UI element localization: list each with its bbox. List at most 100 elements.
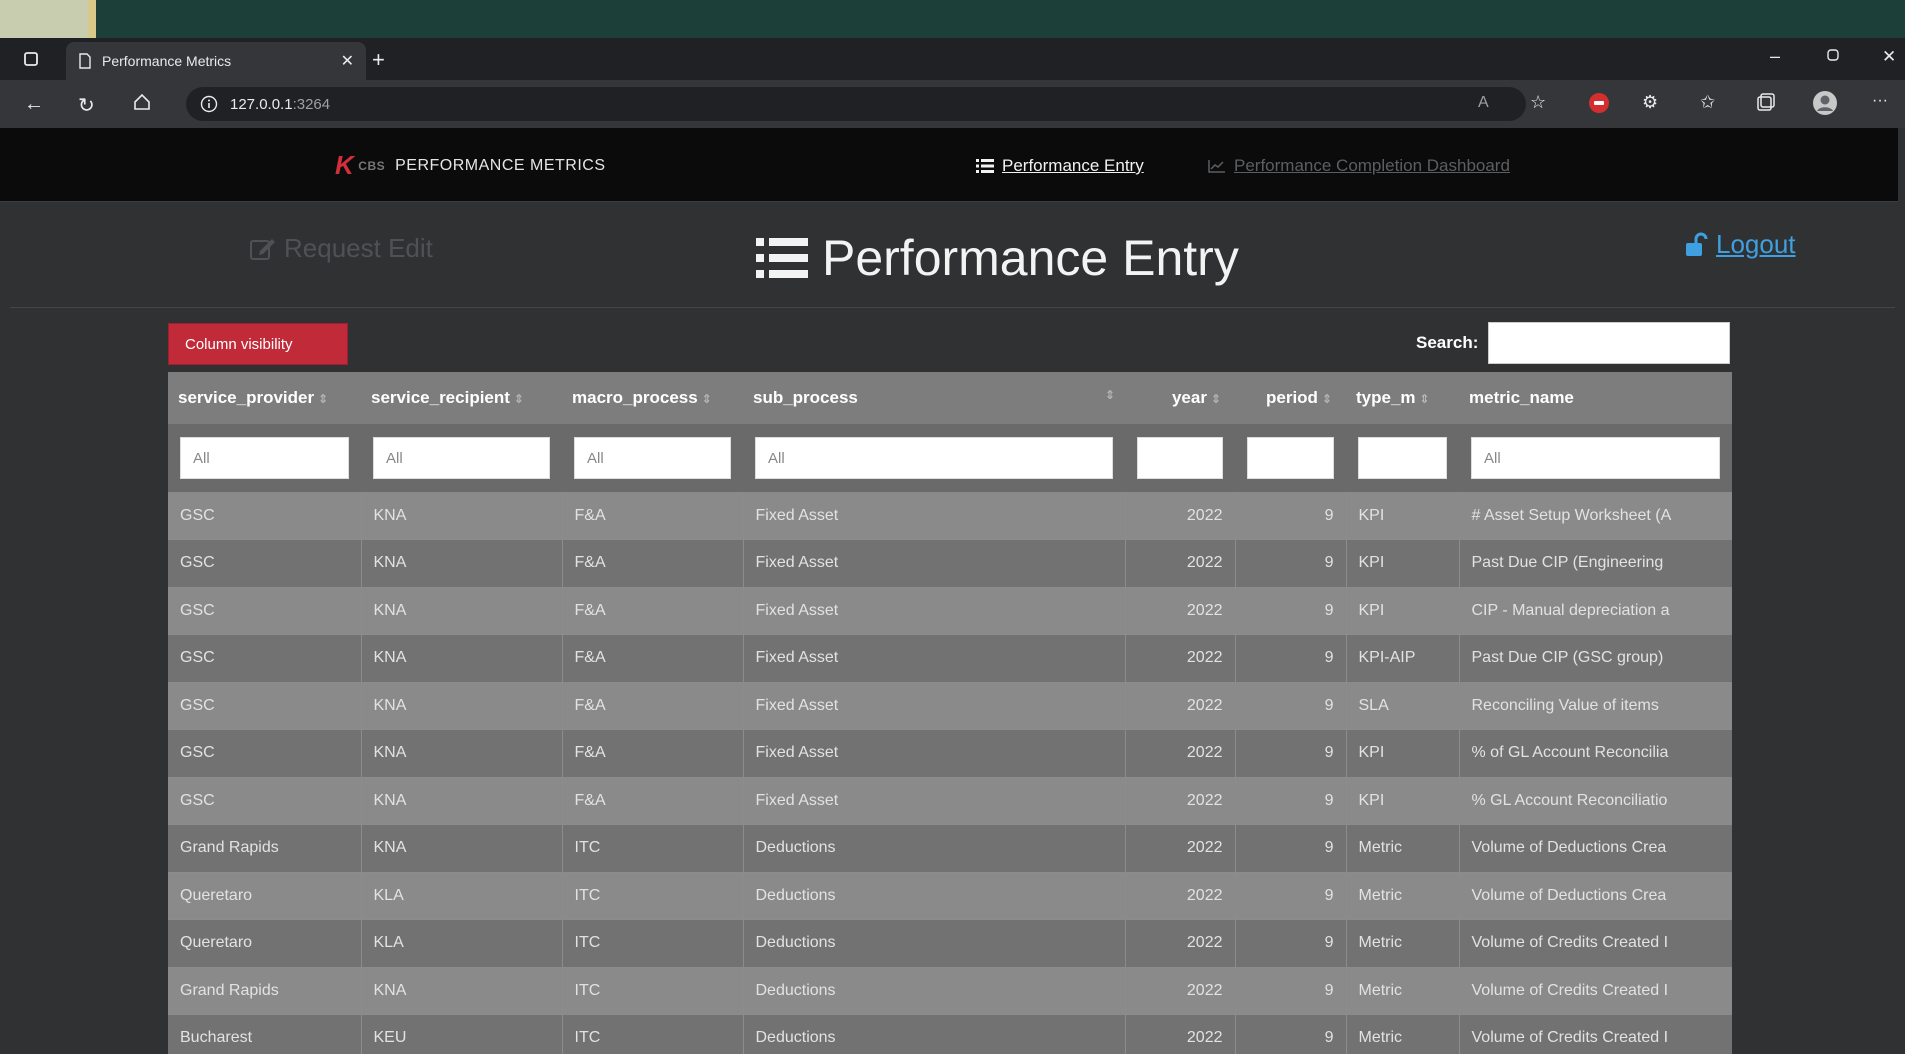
more-menu-icon[interactable]: ··· — [1872, 92, 1888, 110]
table-cell-service-recipient: KNA — [361, 682, 563, 730]
table-cell-service-provider: Queretaro — [168, 919, 362, 968]
list-icon — [756, 237, 808, 279]
table-cell-sub-process: Deductions — [743, 1014, 1126, 1054]
brand-logo-sub: CBS — [358, 158, 386, 173]
filter-input-type-m[interactable] — [1358, 437, 1447, 479]
col-label: period — [1265, 388, 1318, 407]
strip-gold-block — [88, 0, 96, 38]
table-cell-type-m: KPI — [1346, 492, 1460, 540]
table-row[interactable]: GSC KNA F&A Fixed Asset 2022 9 KPI Past Due CIP… — [168, 539, 1732, 588]
table-cell-year: 2022 — [1125, 492, 1236, 540]
col-header-macro-process[interactable]: macro_process ⇕ — [562, 372, 743, 424]
table-cell-metric-name: # Asset Setup Worksheet (A — [1459, 492, 1732, 540]
table-cell-year: 2022 — [1125, 967, 1236, 1015]
sort-icon: ⇕ — [318, 392, 329, 406]
col-header-period[interactable]: period ⇕ — [1235, 372, 1346, 424]
table-row[interactable]: Queretaro KLA ITC Deductions 2022 9 Metric Volu… — [168, 872, 1732, 920]
filter-input-period[interactable] — [1247, 437, 1334, 479]
table-row[interactable]: Grand Rapids KNA ITC Deductions 2022 9 Metric V… — [168, 967, 1732, 1015]
table-cell-year: 2022 — [1125, 587, 1236, 635]
filter-input-service-provider[interactable]: All — [180, 437, 349, 479]
column-visibility-button[interactable]: Column visibility — [168, 323, 348, 365]
refresh-icon[interactable]: ↻ — [78, 93, 95, 118]
sort-icon: ⇕ — [513, 392, 524, 406]
table-cell-metric-name: Reconciling Value of items — [1459, 682, 1732, 730]
table-cell-type-m: Metric — [1346, 967, 1460, 1015]
page-header: Request Edit Performance Entry Logout — [10, 203, 1895, 308]
home-icon[interactable] — [132, 92, 152, 112]
table-cell-period: 9 — [1235, 919, 1347, 968]
table-cell-service-recipient: KLA — [361, 919, 563, 968]
table-row[interactable]: GSC KNA F&A Fixed Asset 2022 9 KPI # Asset Setu… — [168, 492, 1732, 540]
table-cell-service-recipient: KNA — [361, 634, 563, 683]
nav-completion-dashboard-label: Performance Completion Dashboard — [1234, 156, 1510, 175]
table-row[interactable]: GSC KNA F&A Fixed Asset 2022 9 KPI% GL Account… — [168, 777, 1732, 825]
info-icon[interactable] — [200, 95, 218, 113]
sort-icon: ⇕ — [1210, 392, 1221, 406]
new-tab-icon[interactable]: + — [372, 47, 385, 73]
col-header-year[interactable]: year ⇕ — [1125, 372, 1235, 424]
table-cell-service-provider: GSC — [168, 682, 362, 730]
filter-input-year[interactable] — [1137, 437, 1223, 479]
browser-tab[interactable]: Performance Metrics ✕ — [66, 42, 366, 80]
favorite-add-icon[interactable]: ☆ — [1530, 92, 1546, 113]
extension-red-icon[interactable] — [1588, 92, 1610, 114]
table-cell-year: 2022 — [1125, 634, 1236, 683]
table-row[interactable]: Bucharest KEU ITC Deductions 2022 9 Metric Volu… — [168, 1014, 1732, 1054]
table-row[interactable]: GSC KNA F&A Fixed Asset 2022 9 SLA Reconciling … — [168, 682, 1732, 730]
browser-address-bar: ← ↻ 127.0.0.1:3264 A ☆ ⚙ ✩ ··· — [0, 80, 1905, 128]
table-cell-period: 9 — [1235, 634, 1347, 683]
table-cell-metric-name: Volume of Credits Created I — [1459, 1014, 1732, 1054]
logout-label: Logout — [1716, 229, 1796, 259]
close-tab-icon[interactable]: ✕ — [341, 51, 354, 71]
table-row[interactable]: Grand Rapids KNA ITC Deductions 2022 9 Metric V… — [168, 824, 1732, 873]
nav-completion-dashboard[interactable]: Performance Completion Dashboard — [1208, 156, 1510, 176]
filter-input-sub-process[interactable]: All — [755, 437, 1113, 479]
read-aloud-icon[interactable]: A — [1478, 94, 1489, 112]
nav-performance-entry[interactable]: Performance Entry — [976, 156, 1144, 176]
table-cell-type-m: KPI — [1346, 587, 1460, 635]
profile-avatar[interactable] — [1812, 90, 1838, 116]
table-cell-metric-name: Volume of Deductions Crea — [1459, 872, 1732, 920]
table-cell-sub-process: Fixed Asset — [743, 729, 1126, 778]
table-cell-service-provider: GSC — [168, 729, 362, 778]
request-edit-button[interactable]: Request Edit — [250, 233, 433, 264]
filter-cell: All — [1459, 424, 1732, 492]
page-icon — [78, 53, 92, 69]
table-row[interactable]: GSC KNA F&A Fixed Asset 2022 9 KPI-AIP Past Due… — [168, 634, 1732, 683]
favorites-icon[interactable]: ✩ — [1700, 92, 1715, 113]
restore-icon[interactable] — [1826, 48, 1840, 62]
table-cell-macro-process: F&A — [562, 539, 744, 588]
col-header-service-provider[interactable]: service_provider ⇕ — [168, 372, 361, 424]
minimize-icon[interactable]: – — [1770, 46, 1780, 67]
list-icon — [976, 159, 994, 173]
brand[interactable]: K CBS PERFORMANCE METRICS — [335, 150, 606, 181]
logout-link[interactable]: Logout — [1684, 229, 1796, 260]
filter-input-macro-process[interactable]: All — [574, 437, 731, 479]
table-cell-macro-process: F&A — [562, 729, 744, 778]
table-row[interactable]: Queretaro KLA ITC Deductions 2022 9 Metric Volu… — [168, 919, 1732, 968]
table-cell-period: 9 — [1235, 682, 1347, 730]
search-input[interactable] — [1488, 322, 1730, 364]
tab-actions-icon[interactable] — [22, 50, 40, 68]
col-header-service-recipient[interactable]: service_recipient ⇕ — [361, 372, 562, 424]
table-row[interactable]: GSC KNA F&A Fixed Asset 2022 9 KPI CIP - Manual… — [168, 587, 1732, 635]
table-cell-service-provider: GSC — [168, 634, 362, 683]
header-row: service_provider ⇕ service_recipient ⇕ mac… — [168, 372, 1732, 424]
collections-icon[interactable] — [1756, 92, 1776, 112]
table-row[interactable]: GSC KNA F&A Fixed Asset 2022 9 KPI% of GL Acco… — [168, 729, 1732, 778]
sort-icon: ⇕ — [1419, 392, 1430, 406]
back-icon[interactable]: ← — [24, 93, 44, 116]
url-host: 127.0.0.1 — [230, 95, 293, 113]
filter-input-metric-name[interactable]: All — [1471, 437, 1720, 479]
close-window-icon[interactable]: ✕ — [1882, 47, 1896, 67]
table-cell-year: 2022 — [1125, 824, 1236, 873]
col-header-sub-process[interactable]: sub_process ⇕ — [743, 372, 1125, 424]
filter-input-service-recipient[interactable]: All — [373, 437, 550, 479]
url-field[interactable]: 127.0.0.1:3264 — [186, 87, 1526, 121]
col-header-metric-name[interactable]: metric_name — [1459, 372, 1732, 424]
table-cell-macro-process: ITC — [562, 919, 744, 968]
col-header-type-m[interactable]: type_m ⇕ — [1346, 372, 1459, 424]
extensions-icon[interactable]: ⚙ — [1642, 92, 1658, 113]
table-cell-type-m: Metric — [1346, 824, 1460, 873]
